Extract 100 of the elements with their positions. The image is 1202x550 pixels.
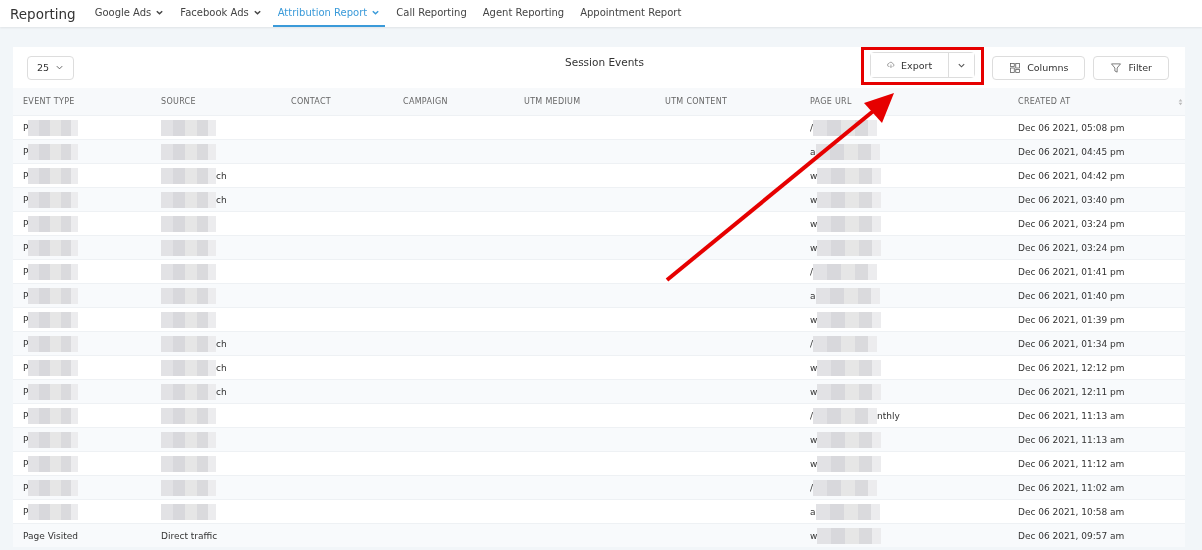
table-cell: Dec 06 2021, 11:12 am: [1018, 458, 1125, 469]
pixelated-text: [161, 239, 216, 256]
table-cell: Dec 06 2021, 04:45 pm: [1018, 146, 1125, 157]
table-cell: /: [810, 482, 814, 493]
table-cell: w: [810, 530, 818, 541]
table-cell: Dec 06 2021, 04:42 pm: [1018, 170, 1125, 181]
table-cell: w: [810, 242, 818, 253]
table-cell: Dec 06 2021, 11:02 am: [1018, 482, 1125, 493]
table-cell: w: [810, 434, 818, 445]
column-header: CONTACT: [291, 97, 332, 106]
pixelated-text: [28, 311, 79, 328]
table-cell: a: [810, 290, 816, 301]
pixelated-text: [28, 431, 79, 448]
grid-icon: [1009, 61, 1022, 74]
table-cell: ch: [216, 362, 227, 373]
table-cell: w: [810, 170, 818, 181]
pixelated-text: [817, 431, 882, 448]
table-cell: Dec 06 2021, 05:08 pm: [1018, 122, 1125, 133]
pixelated-text: [28, 143, 79, 160]
table-cell: a: [810, 506, 816, 517]
cloud-download-icon: [887, 59, 895, 71]
table-cell: /: [810, 338, 814, 349]
table-cell: nthly: [877, 410, 900, 421]
pixelated-text: [161, 359, 216, 376]
pixelated-text: [28, 287, 79, 304]
pixelated-text: [817, 311, 882, 328]
pixelated-text: [815, 503, 880, 520]
table-cell: Dec 06 2021, 03:24 pm: [1018, 218, 1125, 229]
nav-tab[interactable]: Agent Reporting: [477, 0, 570, 27]
page-title: Reporting: [10, 4, 76, 24]
table-cell: P: [23, 314, 29, 325]
column-header: UTM CONTENT: [665, 97, 728, 106]
column-header: PAGE URL: [810, 97, 852, 106]
pixelated-text: [817, 239, 882, 256]
nav-tab[interactable]: Facebook Ads: [175, 0, 267, 27]
table-cell: ch: [216, 386, 227, 397]
pixelated-text: [161, 503, 216, 520]
pixelated-text: [161, 431, 216, 448]
nav-tab[interactable]: Call Reporting: [391, 0, 472, 27]
pixelated-text: [817, 167, 882, 184]
table-cell: Direct traffic: [161, 530, 218, 541]
pixelated-text: [817, 455, 882, 472]
pixelated-text: [817, 527, 882, 544]
pixelated-text: [28, 167, 79, 184]
nav-tab[interactable]: Google Ads: [89, 0, 170, 27]
table-cell: ch: [216, 170, 227, 181]
sort-icon[interactable]: [1178, 97, 1183, 106]
pixelated-text: [161, 407, 216, 424]
pixelated-text: [28, 455, 79, 472]
pixelated-text: [815, 143, 880, 160]
column-header: CAMPAIGN: [403, 97, 448, 106]
table-cell: P: [23, 362, 29, 373]
table-cell: w: [810, 458, 818, 469]
pixelated-text: [813, 407, 878, 424]
table-cell: a: [810, 146, 816, 157]
pixelated-text: [28, 191, 79, 208]
pixelated-text: [161, 215, 216, 232]
table-cell: P: [23, 482, 29, 493]
pixelated-text: [161, 263, 216, 280]
table-cell: w: [810, 194, 818, 205]
table-cell: Dec 06 2021, 03:24 pm: [1018, 242, 1125, 253]
table-cell: Dec 06 2021, 01:39 pm: [1018, 314, 1125, 325]
column-header: UTM MEDIUM: [524, 97, 581, 106]
pixelated-text: [28, 263, 79, 280]
table-cell: P: [23, 434, 29, 445]
table-cell: Dec 06 2021, 01:34 pm: [1018, 338, 1125, 349]
pixelated-text: [161, 143, 216, 160]
table-cell: /: [810, 122, 814, 133]
table-cell: Dec 06 2021, 01:41 pm: [1018, 266, 1125, 277]
table-cell: P: [23, 290, 29, 301]
table-cell: ch: [216, 194, 227, 205]
pixelated-text: [817, 215, 882, 232]
column-header: SOURCE: [161, 97, 196, 106]
pixelated-text: [817, 359, 882, 376]
column-header: EVENT TYPE: [23, 97, 75, 106]
nav-tab[interactable]: Appointment Report: [575, 0, 687, 27]
pixelated-text: [28, 479, 79, 496]
pixelated-text: [161, 383, 216, 400]
table-cell: P: [23, 458, 29, 469]
table-cell: P: [23, 506, 29, 517]
pixelated-text: [28, 359, 79, 376]
pixelated-text: [813, 119, 878, 136]
table-cell: Dec 06 2021, 11:13 am: [1018, 410, 1125, 421]
table-cell: Dec 06 2021, 09:57 am: [1018, 530, 1125, 541]
table-cell: w: [810, 314, 818, 325]
table-cell: w: [810, 362, 818, 373]
export-button[interactable]: Export: [871, 53, 950, 77]
pixelated-text: [813, 479, 878, 496]
table-cell: w: [810, 386, 818, 397]
page-size-dropdown[interactable]: 25: [27, 55, 74, 80]
filter-button[interactable]: Filter: [1093, 55, 1169, 80]
pixelated-text: [161, 311, 216, 328]
pixelated-text: [28, 383, 79, 400]
table-cell: P: [23, 410, 29, 421]
table-cell: Dec 06 2021, 12:12 pm: [1018, 362, 1125, 373]
pixelated-text: [161, 455, 216, 472]
table-cell: P: [23, 194, 29, 205]
pixelated-text: [813, 335, 878, 352]
columns-button[interactable]: Columns: [992, 55, 1086, 80]
table-cell: w: [810, 218, 818, 229]
